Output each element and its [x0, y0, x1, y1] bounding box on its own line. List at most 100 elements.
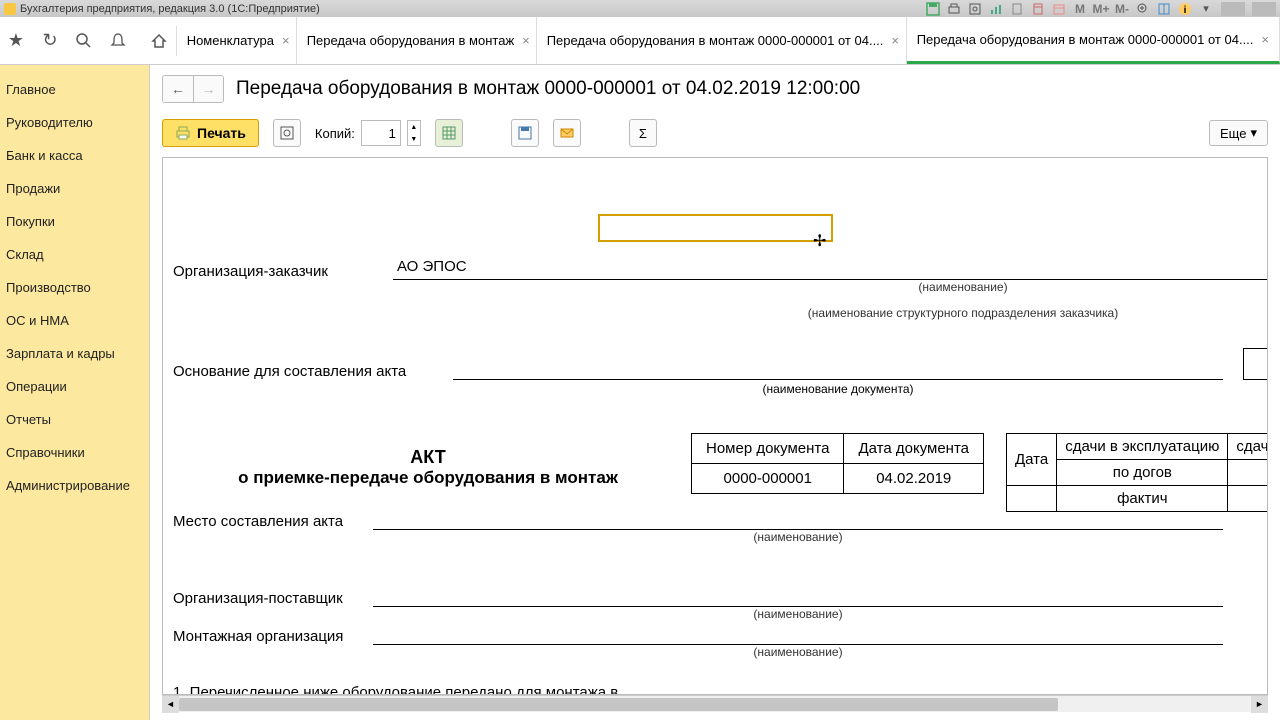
forward-button[interactable]: → [193, 76, 223, 102]
chart-icon[interactable] [988, 1, 1004, 17]
panes-icon[interactable] [1156, 1, 1172, 17]
sidebar-item-purchases[interactable]: Покупки [0, 205, 149, 238]
sidebar-item-sales[interactable]: Продажи [0, 172, 149, 205]
date-table: Датасдачи в эксплуатациюсдачи в м по дог… [1006, 433, 1268, 512]
doc-icon[interactable] [1009, 1, 1025, 17]
m-plus-icon[interactable]: M+ [1093, 1, 1109, 17]
customer-label: Организация-заказчик [173, 263, 393, 280]
print-icon[interactable] [946, 1, 962, 17]
calc-icon[interactable] [1030, 1, 1046, 17]
sidebar-item-main[interactable]: Главное [0, 73, 149, 106]
place-value[interactable] [373, 508, 1223, 530]
minimize-button[interactable] [1221, 2, 1245, 16]
document-area: Унифицированная форма ОС Утверждена пост… [162, 157, 1268, 695]
mont-value[interactable] [373, 623, 1223, 645]
search-icon[interactable] [74, 31, 94, 51]
m-icon[interactable]: M [1072, 1, 1088, 17]
tab-label: Передача оборудования в монтаж 0000-0000… [547, 33, 884, 48]
n-box: н [1243, 348, 1268, 380]
history-icon[interactable]: ↻ [40, 31, 60, 51]
close-icon[interactable]: × [522, 33, 530, 48]
tab-nomenclature[interactable]: Номенклатура × [177, 17, 297, 64]
place-label: Место составления акта [173, 513, 373, 530]
app-icon [4, 3, 16, 15]
selected-cell[interactable] [598, 214, 833, 242]
sidebar-item-bank[interactable]: Банк и касса [0, 139, 149, 172]
customer-value[interactable]: АО ЭПОС [393, 258, 1268, 280]
document[interactable]: Унифицированная форма ОС Утверждена пост… [163, 158, 1268, 695]
printer-icon [175, 125, 191, 141]
scroll-track[interactable] [179, 696, 1251, 712]
info-icon[interactable]: i [1177, 1, 1193, 17]
maximize-button[interactable] [1252, 2, 1276, 16]
preview-icon[interactable] [967, 1, 983, 17]
back-button[interactable]: ← [163, 76, 193, 102]
sidebar: Главное Руководителю Банк и касса Продаж… [0, 65, 150, 720]
hint-struct: (наименование структурного подразделения… [393, 306, 1268, 320]
more-button[interactable]: Еще ▾ [1209, 120, 1268, 146]
sidebar-item-hr[interactable]: Зарплата и кадры [0, 337, 149, 370]
email-button[interactable] [553, 119, 581, 147]
scroll-left-button[interactable]: ◄ [162, 696, 179, 713]
tab-label: Номенклатура [187, 33, 274, 48]
section1-value[interactable] [673, 679, 1268, 695]
tab-transfer[interactable]: Передача оборудования в монтаж × [297, 17, 537, 64]
basis-value[interactable] [453, 358, 1223, 380]
home-button[interactable] [148, 26, 177, 56]
scroll-right-button[interactable]: ► [1251, 696, 1268, 713]
close-icon[interactable]: × [282, 33, 290, 48]
page-header: ← → Передача оборудования в монтаж 0000-… [150, 65, 1280, 113]
basis-label: Основание для составления акта [173, 363, 453, 380]
section1-label: 1. Перечисленное ниже оборудование перед… [173, 684, 673, 695]
sidebar-item-production[interactable]: Производство [0, 271, 149, 304]
grid-button[interactable] [435, 119, 463, 147]
save-icon[interactable] [925, 1, 941, 17]
titlebar: Бухгалтерия предприятия, редакция 3.0 (1… [0, 0, 1280, 17]
copies-input[interactable] [361, 120, 401, 146]
sidebar-item-os[interactable]: ОС и НМА [0, 304, 149, 337]
sidebar-item-reports[interactable]: Отчеты [0, 403, 149, 436]
tab-doc2[interactable]: Передача оборудования в монтаж 0000-0000… [907, 17, 1280, 64]
resize-cursor-icon: ✢ [813, 231, 826, 251]
m-minus-icon[interactable]: M- [1114, 1, 1130, 17]
sum-button[interactable]: Σ [629, 119, 657, 147]
scroll-thumb[interactable] [179, 698, 1058, 711]
sidebar-item-ops[interactable]: Операции [0, 370, 149, 403]
supplier-value[interactable] [373, 585, 1223, 607]
sidebar-item-warehouse[interactable]: Склад [0, 238, 149, 271]
close-icon[interactable]: × [1261, 32, 1269, 47]
sidebar-item-refs[interactable]: Справочники [0, 436, 149, 469]
calendar-icon[interactable] [1051, 1, 1067, 17]
close-icon[interactable]: × [891, 33, 899, 48]
preview-button[interactable] [273, 119, 301, 147]
account-label: Счет, субсчет, код аналитического у [173, 400, 1268, 417]
copies-spinner[interactable]: ▲▼ [407, 120, 421, 146]
horizontal-scrollbar[interactable]: ◄ ► [162, 695, 1268, 712]
titlebar-text: Бухгалтерия предприятия, редакция 3.0 (1… [20, 3, 925, 15]
favorites-icon[interactable]: ★ [6, 31, 26, 51]
tab-bar: Номенклатура × Передача оборудования в мо… [177, 17, 1280, 64]
tab-doc1[interactable]: Передача оборудования в монтаж 0000-0000… [537, 17, 907, 64]
zoom-in-icon[interactable] [1135, 1, 1151, 17]
top-toolbar: ★ ↻ Номенклатура × Передача оборудования … [0, 17, 1280, 65]
print-button[interactable]: Печать [162, 119, 259, 147]
hint-name2: (наименование) [373, 530, 1223, 544]
main: Главное Руководителю Банк и касса Продаж… [0, 65, 1280, 720]
page-title: Передача оборудования в монтаж 0000-0000… [236, 78, 860, 100]
tab-label: Передача оборудования в монтаж 0000-0000… [917, 32, 1254, 47]
sidebar-item-admin[interactable]: Администрирование [0, 469, 149, 502]
copies-label: Копий: [315, 126, 355, 141]
mont-label: Монтажная организация [173, 628, 373, 645]
bell-icon[interactable] [108, 31, 128, 51]
svg-text:i: i [1184, 5, 1187, 16]
doc-number-table: Номер документаДата документа 0000-00000… [691, 433, 984, 494]
hint-name3: (наименование) [373, 607, 1223, 621]
hint-name: (наименование) [393, 280, 1268, 294]
print-label: Печать [197, 125, 246, 141]
tab-label: Передача оборудования в монтаж [307, 33, 514, 48]
save-button[interactable] [511, 119, 539, 147]
content: ← → Передача оборудования в монтаж 0000-… [150, 65, 1280, 720]
dropdown-icon[interactable]: ▾ [1198, 1, 1214, 17]
sidebar-item-manager[interactable]: Руководителю [0, 106, 149, 139]
copies-group: Копий: ▲▼ [315, 120, 421, 146]
